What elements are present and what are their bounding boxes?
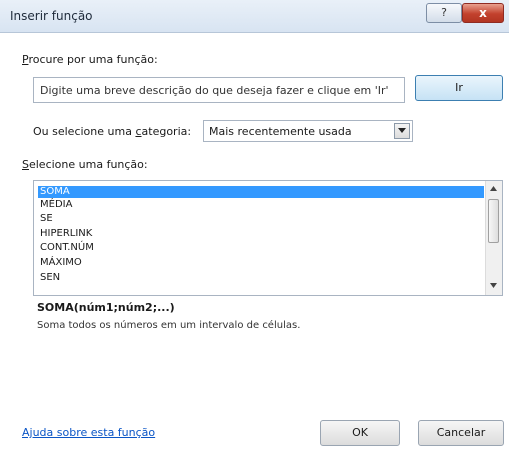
list-item[interactable]: MÁXIMO <box>38 257 484 269</box>
help-link[interactable]: Ajuda sobre esta função <box>22 426 155 439</box>
close-button[interactable]: x <box>462 3 504 23</box>
chevron-down-icon <box>398 128 406 133</box>
list-scrollbar[interactable] <box>485 181 502 295</box>
close-icon: x <box>479 6 487 20</box>
category-select[interactable]: Mais recentemente usada <box>203 120 413 142</box>
help-button[interactable]: ? <box>426 3 462 23</box>
ok-button[interactable]: OK <box>320 420 400 446</box>
list-item[interactable]: HIPERLINK <box>38 228 484 240</box>
list-item[interactable]: SE <box>38 213 484 225</box>
list-item[interactable]: MÉDIA <box>38 199 484 211</box>
scroll-thumb[interactable] <box>488 199 499 243</box>
title-bar: Inserir função ? x <box>0 0 509 33</box>
window-title: Inserir função <box>10 9 93 23</box>
function-signature: SOMA(núm1;núm2;...) <box>37 301 175 314</box>
help-icon: ? <box>441 6 447 19</box>
function-description: Soma todos os números em um intervalo de… <box>37 320 301 331</box>
category-label: Ou selecione uma categoria: <box>33 125 192 138</box>
go-button[interactable]: Ir <box>415 75 503 101</box>
list-item[interactable]: SEN <box>38 272 484 284</box>
function-list-label: Selecione uma função: <box>22 158 148 171</box>
scroll-down-icon[interactable] <box>490 283 497 288</box>
search-input[interactable] <box>33 77 405 103</box>
dropdown-button[interactable] <box>394 123 410 139</box>
category-value: Mais recentemente usada <box>209 125 352 138</box>
list-item[interactable]: CONT.NÚM <box>38 242 484 254</box>
scroll-up-icon[interactable] <box>490 186 497 191</box>
function-list[interactable]: SOMA MÉDIA SE HIPERLINK CONT.NÚM MÁXIMO … <box>33 180 503 296</box>
cancel-button[interactable]: Cancelar <box>418 420 504 446</box>
list-item[interactable]: SOMA <box>38 186 484 198</box>
search-label: Procure por uma função: <box>22 53 158 66</box>
